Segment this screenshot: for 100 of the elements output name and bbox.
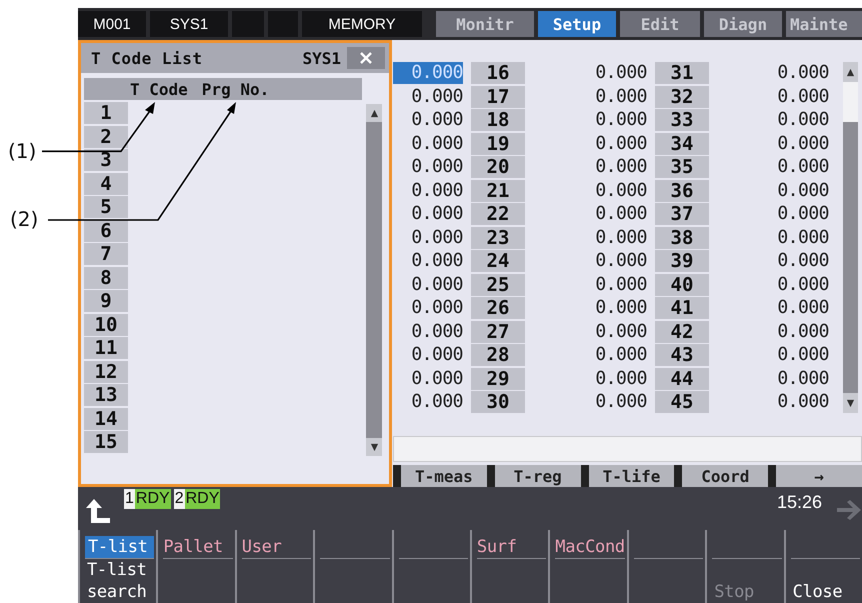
value-cell[interactable]: 0.000 bbox=[533, 180, 647, 202]
value-cell[interactable]: 0.000 bbox=[393, 391, 463, 413]
value-cell[interactable]: 0.000 bbox=[717, 180, 829, 202]
value-cell[interactable]: 0.000 bbox=[393, 132, 463, 154]
value-cell[interactable]: 0.000 bbox=[533, 62, 647, 84]
value-cell[interactable]: 0.000 bbox=[717, 109, 829, 131]
scroll-up-icon[interactable] bbox=[846, 68, 855, 76]
row-number: 15 bbox=[84, 431, 128, 453]
input-field[interactable] bbox=[393, 436, 862, 462]
right-arrow-icon[interactable] bbox=[836, 499, 862, 521]
value-cell[interactable]: 0.000 bbox=[393, 180, 463, 202]
scrollbar[interactable] bbox=[366, 104, 382, 456]
row-number: 33 bbox=[655, 109, 709, 131]
row-number: 23 bbox=[471, 226, 525, 248]
value-cell[interactable]: 0.000 bbox=[717, 391, 829, 413]
scroll-down-icon[interactable] bbox=[370, 442, 378, 452]
value-cell[interactable]: 0.000 bbox=[533, 109, 647, 131]
function-tab[interactable]: → bbox=[776, 465, 862, 487]
value-cell[interactable]: 0.000 bbox=[717, 62, 829, 84]
row-number: 17 bbox=[471, 86, 525, 108]
row-number: 10 bbox=[84, 314, 128, 336]
close-button[interactable] bbox=[347, 47, 385, 69]
status-cell: SYS1 bbox=[150, 11, 228, 37]
value-cell[interactable]: 0.000 bbox=[717, 368, 829, 390]
menu-key[interactable]: T-list bbox=[85, 536, 154, 559]
menu-tab[interactable]: Setup bbox=[538, 11, 616, 37]
value-cell[interactable]: 0.000 bbox=[533, 344, 647, 366]
value-cell[interactable]: 0.000 bbox=[533, 250, 647, 272]
function-tab[interactable]: T-meas bbox=[401, 465, 487, 487]
value-cell[interactable]: 0.000 bbox=[717, 250, 829, 272]
row-number: 43 bbox=[655, 344, 709, 366]
value-cell[interactable]: 0.000 bbox=[717, 156, 829, 178]
row-number: 38 bbox=[655, 226, 709, 248]
menu-key[interactable]: T-list search bbox=[85, 559, 154, 603]
return-arrow-icon[interactable] bbox=[84, 497, 112, 525]
value-cell[interactable]: 0.000 bbox=[533, 86, 647, 108]
row-number: 41 bbox=[655, 297, 709, 319]
value-cell[interactable]: 0.000 bbox=[717, 132, 829, 154]
value-cell[interactable]: 0.000 bbox=[533, 274, 647, 296]
blank-menu-key[interactable] bbox=[626, 530, 706, 603]
value-cell[interactable]: 0.000 bbox=[717, 86, 829, 108]
value-cell[interactable]: 0.000 bbox=[393, 250, 463, 272]
row-number: 27 bbox=[471, 320, 525, 342]
row-number: 29 bbox=[471, 368, 525, 390]
menu-key[interactable]: Close bbox=[790, 559, 860, 603]
function-tab[interactable]: T-life bbox=[588, 465, 674, 487]
value-cell[interactable]: 0.000 bbox=[393, 297, 463, 319]
value-cell[interactable]: 0.000 bbox=[393, 344, 463, 366]
value-cell[interactable]: 0.000 bbox=[533, 320, 647, 342]
row-number: 37 bbox=[655, 203, 709, 225]
row-number: 11 bbox=[84, 337, 128, 359]
value-cell[interactable]: 0.000 bbox=[533, 132, 647, 154]
function-tab[interactable]: Coord bbox=[682, 465, 768, 487]
scrollbar[interactable] bbox=[843, 62, 858, 413]
menu-key[interactable]: MacCond bbox=[555, 536, 625, 559]
column-title: T Code bbox=[130, 80, 188, 98]
value-cell[interactable]: 0.000 bbox=[717, 297, 829, 319]
value-cell[interactable]: 0.000 bbox=[717, 203, 829, 225]
row-number: 25 bbox=[471, 274, 525, 296]
value-cell[interactable]: 0.000 bbox=[393, 156, 463, 178]
row-number: 2 bbox=[84, 126, 128, 148]
value-cell[interactable]: 0.000 bbox=[393, 226, 463, 248]
blank-menu-key[interactable] bbox=[392, 530, 470, 603]
value-cell[interactable]: 0.000 bbox=[393, 109, 463, 131]
scroll-down-icon[interactable] bbox=[846, 398, 855, 408]
scroll-thumb[interactable] bbox=[843, 82, 858, 122]
row-number: 35 bbox=[655, 156, 709, 178]
function-tab[interactable]: T-reg bbox=[494, 465, 581, 487]
value-cell[interactable]: 0.000 bbox=[717, 320, 829, 342]
value-cell[interactable]: 0.000 bbox=[533, 297, 647, 319]
value-cell[interactable]: 0.000 bbox=[393, 320, 463, 342]
row-number: 24 bbox=[471, 250, 525, 272]
value-cell[interactable]: 0.000 bbox=[533, 203, 647, 225]
value-cell[interactable]: 0.000 bbox=[393, 86, 463, 108]
row-number: 1 bbox=[84, 102, 128, 124]
blank-menu-key[interactable] bbox=[313, 530, 392, 603]
row-number: 28 bbox=[471, 344, 525, 366]
value-cell[interactable]: 0.000 bbox=[717, 226, 829, 248]
row-number: 16 bbox=[471, 62, 525, 84]
value-cell[interactable]: 0.000 bbox=[533, 226, 647, 248]
close-icon bbox=[359, 51, 373, 65]
value-cell[interactable]: 0.000 bbox=[533, 368, 647, 390]
value-cell[interactable]: 0.000 bbox=[533, 391, 647, 413]
row-number: 9 bbox=[84, 290, 128, 312]
value-cell[interactable]: 0.000 bbox=[717, 274, 829, 296]
value-cell[interactable]: 0.000 bbox=[393, 203, 463, 225]
row-number: 3 bbox=[84, 149, 128, 171]
value-cell[interactable]: 0.000 bbox=[717, 344, 829, 366]
value-cell[interactable]: 0.000 bbox=[533, 156, 647, 178]
menu-key[interactable]: Pallet bbox=[163, 536, 233, 559]
row-number: 20 bbox=[471, 156, 525, 178]
row-number: 12 bbox=[84, 360, 128, 382]
row-number: 45 bbox=[655, 391, 709, 413]
menu-key[interactable]: User bbox=[242, 536, 312, 559]
menu-key[interactable]: Surf bbox=[476, 536, 546, 559]
row-number: 42 bbox=[655, 320, 709, 342]
row-number: 36 bbox=[655, 180, 709, 202]
value-cell[interactable]: 0.000 bbox=[393, 368, 463, 390]
scroll-up-icon[interactable] bbox=[370, 108, 378, 118]
value-cell[interactable]: 0.000 bbox=[393, 274, 463, 296]
